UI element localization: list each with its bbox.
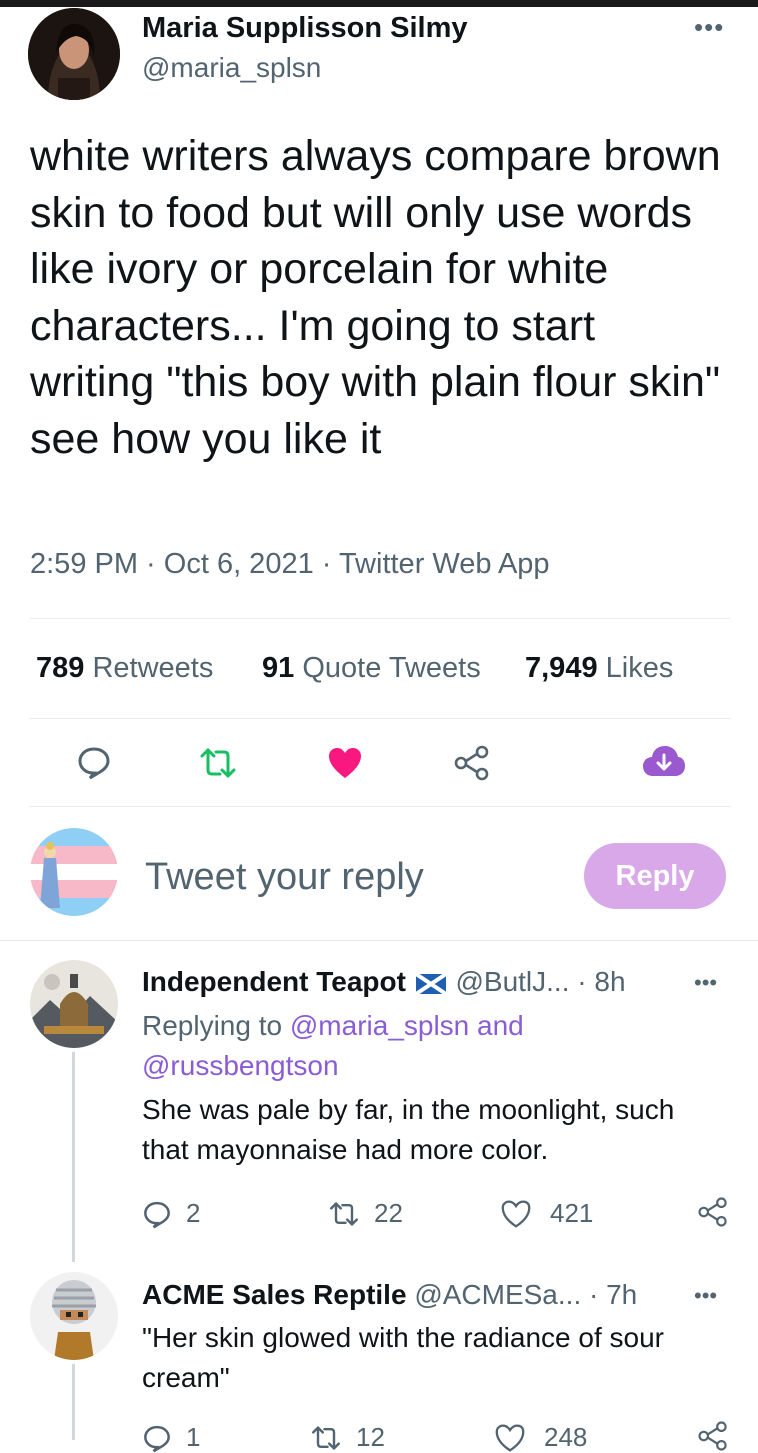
more-dots-icon[interactable]: ••• bbox=[694, 12, 724, 43]
reply-handle[interactable]: @ACMESa... bbox=[414, 1279, 581, 1310]
download-cloud-icon[interactable] bbox=[642, 744, 686, 778]
divider bbox=[30, 718, 730, 719]
heart-filled-icon[interactable] bbox=[327, 746, 363, 780]
retweet-icon bbox=[310, 1424, 342, 1452]
divider bbox=[30, 618, 730, 619]
reply-avatar[interactable] bbox=[30, 960, 118, 1048]
share-icon[interactable] bbox=[696, 1196, 730, 1228]
author-display-name[interactable]: Maria Supplisson Silmy bbox=[142, 12, 468, 45]
author-avatar[interactable] bbox=[28, 8, 120, 100]
share-icon[interactable] bbox=[696, 1420, 730, 1452]
reply-action-comment[interactable]: 2 bbox=[142, 1198, 200, 1229]
reply-text-line-2: that mayonnaise had more color. bbox=[142, 1134, 549, 1165]
reply-header: ACME Sales Reptile @ACMESa... · 7h bbox=[142, 1279, 637, 1311]
thread-line bbox=[72, 1052, 75, 1262]
reply-action-retweet[interactable]: 12 bbox=[310, 1422, 385, 1453]
reply-button[interactable]: Reply bbox=[584, 843, 726, 909]
tweet-text: white writers always compare brown skin … bbox=[30, 132, 721, 463]
comment-icon bbox=[142, 1423, 172, 1453]
reply-handle[interactable]: @ButlJ... bbox=[455, 966, 569, 997]
scotland-flag-icon bbox=[415, 973, 446, 994]
stat-retweets[interactable]: 789 Retweets bbox=[36, 652, 213, 685]
mention-link[interactable]: @russbengtson bbox=[142, 1050, 339, 1082]
retweet-icon[interactable] bbox=[198, 746, 238, 780]
stat-likes[interactable]: 7,949 Likes bbox=[525, 652, 673, 685]
reply-text-line-1: "Her skin glowed with the radiance of so… bbox=[142, 1322, 664, 1353]
reply-input[interactable]: Tweet your reply bbox=[145, 856, 424, 899]
status-bar-edge bbox=[0, 0, 758, 7]
author-handle[interactable]: @maria_splsn bbox=[142, 52, 321, 84]
reply-action-like[interactable]: 248 bbox=[494, 1422, 587, 1453]
divider bbox=[30, 806, 730, 807]
thread-line bbox=[72, 1364, 75, 1440]
my-avatar[interactable] bbox=[30, 828, 118, 916]
replying-to: Replying to @maria_splsn and bbox=[142, 1010, 524, 1041]
reply-header: Independent Teapot @ButlJ... · 8h bbox=[142, 966, 626, 998]
comment-icon bbox=[142, 1199, 172, 1229]
tweet-meta: 2:59 PM · Oct 6, 2021 · Twitter Web App bbox=[30, 548, 550, 580]
divider bbox=[0, 940, 758, 941]
share-icon[interactable] bbox=[452, 744, 492, 782]
heart-icon bbox=[500, 1199, 532, 1229]
reply-time: · 7h bbox=[589, 1279, 638, 1310]
reply-display-name[interactable]: Independent Teapot bbox=[142, 966, 406, 997]
reply-display-name[interactable]: ACME Sales Reptile bbox=[142, 1279, 407, 1310]
reply-time: · 8h bbox=[577, 966, 626, 997]
reply-action-retweet[interactable]: 22 bbox=[328, 1198, 403, 1229]
reply-text-line-2: cream" bbox=[142, 1362, 230, 1393]
reply-text-line-1: She was pale by far, in the moonlight, s… bbox=[142, 1094, 675, 1125]
heart-icon bbox=[494, 1423, 526, 1453]
reply-action-like[interactable]: 421 bbox=[500, 1198, 593, 1229]
reply-avatar[interactable] bbox=[30, 1272, 118, 1360]
stat-quote-tweets[interactable]: 91 Quote Tweets bbox=[262, 652, 481, 685]
reply-action-comment[interactable]: 1 bbox=[142, 1422, 200, 1453]
more-dots-icon[interactable]: ••• bbox=[694, 1283, 717, 1309]
comment-icon[interactable] bbox=[76, 744, 112, 780]
retweet-icon bbox=[328, 1200, 360, 1228]
mention-link[interactable]: @maria_splsn and bbox=[290, 1010, 524, 1041]
more-dots-icon[interactable]: ••• bbox=[694, 970, 717, 996]
